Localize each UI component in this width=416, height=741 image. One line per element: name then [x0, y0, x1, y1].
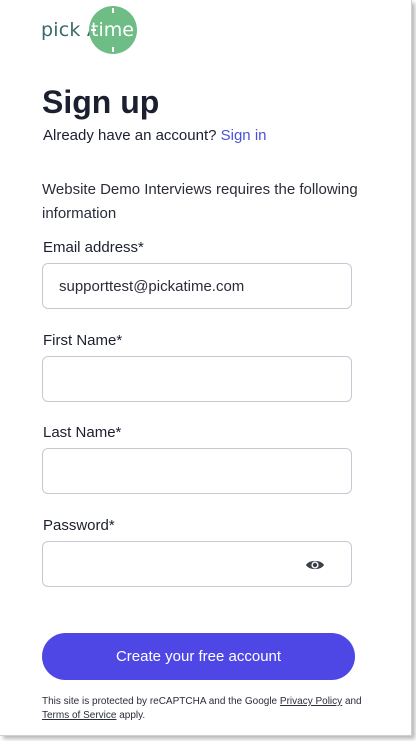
pickatime-logo: pick A time - [41, 6, 141, 63]
first-name-label: First Name* [43, 332, 123, 349]
have-account-text: Already have an account? [43, 127, 217, 144]
legal-and: and [344, 696, 362, 707]
signin-link[interactable]: Sign in [221, 127, 267, 144]
password-field-box [42, 541, 352, 587]
legal-suffix: apply. [119, 710, 146, 721]
logo-time-text: time - [91, 19, 134, 63]
eye-icon[interactable] [305, 558, 325, 572]
first-name-field[interactable] [43, 357, 309, 401]
create-account-button[interactable]: Create your free account [42, 633, 355, 680]
email-field-box [42, 263, 352, 309]
requirements-info: Website Demo Interviews requires the fol… [42, 181, 358, 222]
password-field[interactable] [43, 542, 309, 586]
last-name-field-box [42, 448, 352, 494]
last-name-label: Last Name* [43, 424, 122, 441]
email-field[interactable] [43, 264, 309, 308]
legal-prefix: This site is protected by reCAPTCHA and … [42, 696, 278, 707]
page-title: Sign up [42, 84, 160, 120]
recaptcha-notice: This site is protected by reCAPTCHA and … [42, 695, 372, 723]
signin-prompt: Already have an account? Sign in [43, 127, 267, 144]
first-name-field-box [42, 356, 352, 402]
email-label: Email address* [43, 239, 144, 256]
privacy-policy-link[interactable]: Privacy Policy [280, 696, 342, 707]
password-label: Password* [43, 517, 115, 534]
terms-of-service-link[interactable]: Terms of Service [42, 710, 116, 721]
signup-panel: pick A time - Sign up Already have an ac… [0, 0, 412, 736]
last-name-field[interactable] [43, 449, 309, 493]
